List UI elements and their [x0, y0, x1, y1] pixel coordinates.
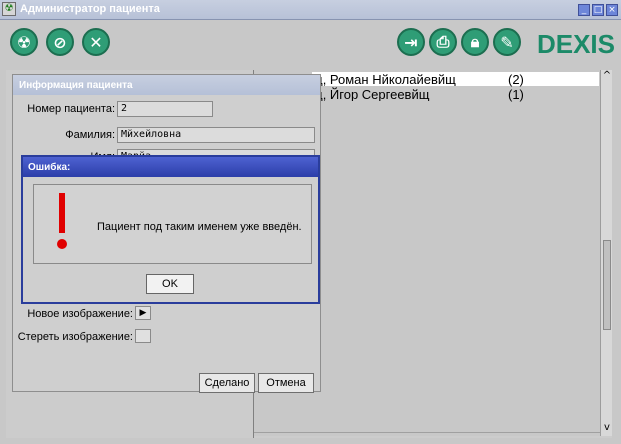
ok-button[interactable]: OK: [146, 274, 194, 294]
patient-number-field[interactable]: 2: [117, 101, 213, 117]
scroll-down-icon[interactable]: v: [601, 422, 613, 436]
list-scrollbar[interactable]: ^ v: [600, 70, 612, 436]
cancel-button[interactable]: Отмена: [258, 373, 314, 393]
patient-image-count: (1): [508, 87, 524, 102]
minimize-icon[interactable]: _: [578, 4, 590, 16]
new-image-label: Новое изображение:: [27, 308, 133, 320]
scroll-up-icon[interactable]: ^: [601, 70, 613, 84]
error-message: Пациент под таким именем уже введён.: [97, 221, 302, 233]
surname-label: Фамилия:: [65, 129, 115, 141]
patient-info-title: Информация пациента: [13, 75, 320, 95]
surname-field[interactable]: Мйхейловна: [117, 127, 315, 143]
new-image-arrow-icon[interactable]: ▶: [135, 306, 151, 320]
delete-image-label: Стереть изображение:: [17, 331, 133, 343]
delete-image-button[interactable]: [135, 329, 151, 343]
error-dialog: Ошибка: Пациент под таким именем уже вве…: [21, 155, 320, 304]
edit-icon[interactable]: ⊘: [46, 28, 74, 56]
radiation-icon[interactable]: ☢: [10, 28, 38, 56]
wrench-icon[interactable]: ✎: [493, 28, 521, 56]
patient-name: щ, Йгор Сергеевйщ: [312, 87, 430, 101]
import-icon[interactable]: ⇥: [397, 28, 425, 56]
close-icon[interactable]: ×: [606, 4, 618, 16]
print-icon[interactable]: ⎙: [429, 28, 457, 56]
close-x-icon[interactable]: ✕: [82, 28, 110, 56]
main-title-bar: ☢ Администратор пациента _ □ ×: [0, 0, 621, 20]
app-icon: ☢: [2, 2, 16, 16]
done-button[interactable]: Сделано: [199, 373, 255, 393]
error-dialog-title: Ошибка:: [23, 157, 318, 177]
divider: [254, 432, 600, 433]
patient-row-2[interactable]: щ, Йгор Сергеевйщ (1): [312, 87, 599, 102]
dexis-logo: DEXIS: [536, 29, 615, 59]
maximize-icon[interactable]: □: [592, 4, 604, 16]
patient-number-label: Номер пациента:: [27, 103, 115, 115]
error-message-panel: Пациент под таким именем уже введён.: [33, 184, 312, 264]
patient-row-1[interactable]: щ, Роман Нйколайевйщ (2): [312, 72, 599, 87]
patient-image-count: (2): [508, 72, 524, 87]
warning-icon: [56, 193, 68, 253]
lock-icon[interactable]: 🔒︎: [461, 28, 489, 56]
window-title: Администратор пациента: [20, 3, 160, 15]
toolbar: ☢ ⊘ ✕ ⇥ ⎙ 🔒︎ ✎ DEXIS: [0, 20, 621, 64]
scroll-thumb[interactable]: [603, 240, 611, 330]
window-controls: _ □ ×: [578, 4, 618, 16]
patient-name: щ, Роман Нйколайевйщ: [312, 72, 456, 86]
